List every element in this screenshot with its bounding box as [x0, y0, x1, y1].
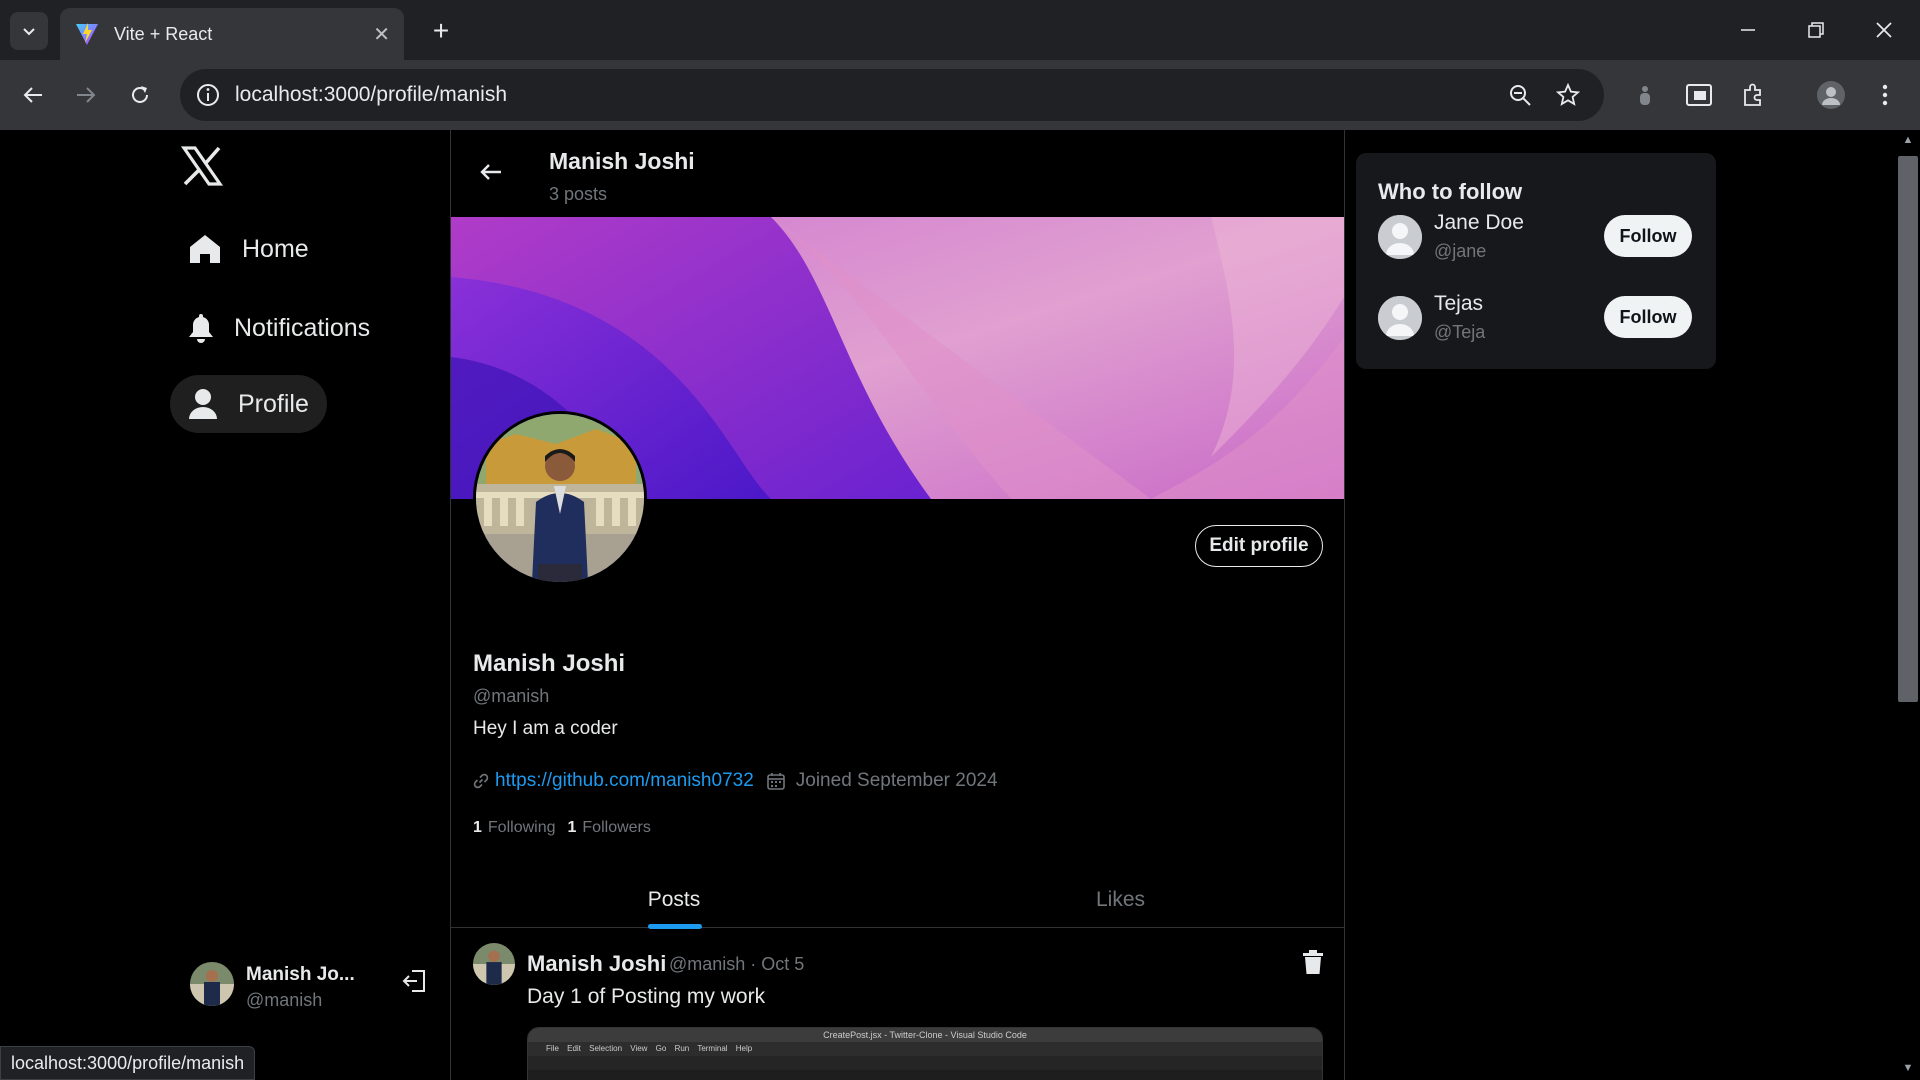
- calendar-icon: [766, 773, 785, 790]
- edit-profile-button[interactable]: Edit profile: [1195, 525, 1323, 567]
- profile-avatar-icon[interactable]: [1816, 80, 1846, 110]
- restore-button[interactable]: [1782, 0, 1850, 60]
- post-image[interactable]: CreatePost.jsx - Twitter-Clone - Visual …: [527, 1027, 1323, 1080]
- kebab-menu-icon[interactable]: [1870, 80, 1900, 110]
- bell-icon: [189, 314, 213, 343]
- link-icon: [473, 773, 489, 789]
- avatar: [190, 962, 234, 1006]
- user-icon: [189, 389, 217, 419]
- post-count: 3 posts: [549, 184, 608, 204]
- extension-puzzle-small-icon[interactable]: [1630, 80, 1660, 110]
- browser-toolbar: localhost:3000/profile/manish: [0, 60, 1920, 130]
- post-text: Day 1 of Posting my work: [527, 985, 766, 1008]
- follow-button[interactable]: Follow: [1604, 215, 1692, 257]
- scroll-down-icon[interactable]: ▼: [1898, 1062, 1918, 1076]
- sidebar-item-label: Notifications: [234, 313, 371, 342]
- profile-handle: @manish: [473, 686, 550, 706]
- extensions-icon[interactable]: [1738, 80, 1768, 110]
- account-handle: @manish: [246, 990, 323, 1010]
- avatar: [1378, 296, 1422, 340]
- profile-link[interactable]: https://github.com/manish0732: [495, 770, 754, 792]
- followers-label[interactable]: Followers: [582, 819, 650, 837]
- new-tab-button[interactable]: +: [424, 14, 458, 48]
- sidebar-item-profile[interactable]: Profile: [170, 375, 327, 433]
- site-info-icon[interactable]: [194, 81, 222, 109]
- follow-stats: 1 Following 1 Followers: [473, 819, 663, 837]
- browser-tab[interactable]: Vite + React ✕: [60, 8, 404, 60]
- vite-favicon-icon: [76, 23, 98, 45]
- browser-tabstrip: Vite + React ✕ +: [0, 0, 1920, 60]
- suggested-user-name[interactable]: Tejas: [1434, 292, 1483, 316]
- reload-button[interactable]: [121, 76, 159, 114]
- tab-likes[interactable]: Likes: [897, 872, 1344, 928]
- bookmark-star-icon[interactable]: [1554, 81, 1582, 109]
- chevron-down-icon: [23, 28, 35, 36]
- trash-icon[interactable]: [1300, 949, 1326, 975]
- profile-bio: Hey I am a coder: [473, 718, 618, 739]
- who-to-follow-title: Who to follow: [1378, 179, 1523, 204]
- suggested-user-handle: @jane: [1434, 241, 1487, 261]
- arrow-left-icon: [23, 87, 42, 103]
- tab-posts[interactable]: Posts: [451, 872, 897, 929]
- restore-icon: [1808, 22, 1824, 38]
- link-status-bubble: localhost:3000/profile/manish: [0, 1046, 256, 1080]
- who-to-follow-panel: Who to follow Jane Doe @jane Follow Teja…: [1356, 153, 1716, 369]
- suggested-user-handle: @Teja: [1434, 322, 1486, 342]
- x-logo-icon[interactable]: [180, 144, 224, 188]
- following-count[interactable]: 1: [473, 819, 482, 837]
- tab-close-icon[interactable]: ✕: [373, 22, 390, 47]
- sidebar-item-home[interactable]: Home: [170, 220, 327, 278]
- profile-joined: Joined September 2024: [795, 770, 998, 791]
- back-arrow-button[interactable]: [469, 150, 513, 194]
- sidebar-item-notifications[interactable]: Notifications: [170, 299, 388, 357]
- suggested-user[interactable]: Jane Doe @jane Follow: [1378, 211, 1698, 271]
- account-name: Manish Jo...: [246, 964, 355, 985]
- account-switcher[interactable]: Manish Jo... @manish: [190, 956, 430, 1016]
- media-control-icon[interactable]: [1684, 80, 1714, 110]
- profile-name: Manish Joshi: [473, 650, 626, 677]
- avatar[interactable]: [473, 943, 515, 985]
- tab-search-button[interactable]: [10, 12, 48, 50]
- post-author-name[interactable]: Manish Joshi: [527, 951, 666, 977]
- follow-button[interactable]: Follow: [1604, 296, 1692, 338]
- suggested-user-name[interactable]: Jane Doe: [1434, 211, 1524, 235]
- zoom-icon[interactable]: [1506, 81, 1534, 109]
- post-image-title: CreatePost.jsx - Twitter-Clone - Visual …: [528, 1028, 1322, 1042]
- logout-icon[interactable]: [402, 968, 428, 994]
- reload-icon: [132, 86, 148, 103]
- profile-avatar[interactable]: [473, 411, 647, 585]
- home-icon: [190, 235, 220, 263]
- tab-title: Vite + React: [114, 23, 213, 44]
- page-title: Manish Joshi: [549, 148, 695, 174]
- minimize-icon: [1741, 29, 1755, 31]
- followers-count[interactable]: 1: [568, 819, 577, 837]
- address-bar[interactable]: localhost:3000/profile/manish: [180, 69, 1604, 121]
- profile-meta: https://github.com/manish0732 Joined Sep…: [473, 770, 998, 792]
- sidebar-item-label: Home: [242, 234, 309, 263]
- forward-button[interactable]: [67, 76, 105, 114]
- tab-likes-label: Likes: [1095, 888, 1146, 911]
- post-meta: @manish · Oct 5: [669, 954, 805, 974]
- profile-tabs: Posts Likes: [451, 872, 1344, 929]
- close-window-button[interactable]: [1850, 0, 1918, 60]
- sidebar-item-label: Profile: [238, 389, 309, 418]
- back-button[interactable]: [14, 76, 52, 114]
- close-icon: [1876, 22, 1892, 38]
- suggested-user[interactable]: Tejas @Teja Follow: [1378, 292, 1698, 352]
- post-item[interactable]: Manish Joshi @manish · Oct 5 Day 1 of Po…: [451, 929, 1344, 1080]
- avatar: [1378, 215, 1422, 259]
- post-image-tabs: [528, 1056, 1322, 1070]
- scroll-up-icon[interactable]: ▲: [1898, 134, 1918, 148]
- arrow-left-icon: [480, 164, 501, 180]
- minimize-button[interactable]: [1714, 0, 1782, 60]
- profile-column: Manish Joshi 3 posts Edit profile Manish…: [450, 130, 1345, 1080]
- post-image-menu: File Edit Selection View Go Run Terminal…: [528, 1042, 1322, 1056]
- scrollbar-thumb[interactable]: [1898, 156, 1918, 702]
- arrow-right-icon: [77, 87, 96, 103]
- following-label[interactable]: Following: [488, 819, 556, 837]
- page-content: Home Notifications Profile Manish Jo... …: [0, 130, 1920, 1080]
- url-text[interactable]: localhost:3000/profile/manish: [235, 83, 507, 107]
- tab-posts-label: Posts: [647, 888, 701, 911]
